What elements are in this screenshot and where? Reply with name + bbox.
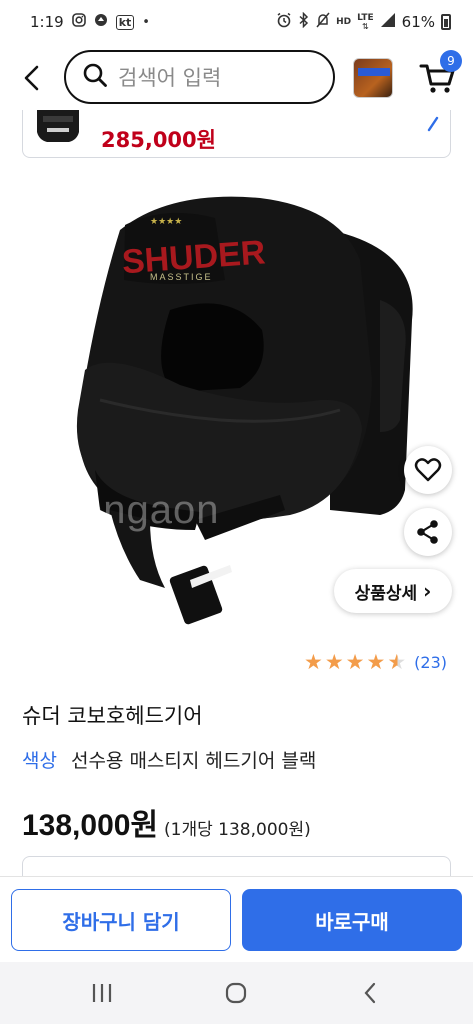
recent-product-thumbnail[interactable] — [353, 58, 393, 98]
status-time: 1:19 — [30, 13, 64, 31]
battery-icon — [441, 14, 451, 30]
home-button[interactable] — [216, 978, 256, 1008]
svg-text:★★★★: ★★★★ — [150, 217, 182, 227]
alarm-icon — [276, 12, 292, 32]
recommended-product-image — [29, 110, 89, 148]
product-option: 색상 선수용 매스티지 헤드기어 블랙 — [22, 746, 316, 773]
instagram-icon — [71, 13, 86, 31]
hd-voice-label: HD — [336, 16, 352, 27]
home-icon — [225, 982, 247, 1004]
option-value: 선수용 매스티지 헤드기어 블랙 — [70, 750, 317, 772]
top-bar: 검색어 입력 9 — [0, 44, 473, 110]
product-rating[interactable]: ★ ★ ★ ★ ★ (23) — [304, 652, 447, 673]
chevron-left-icon — [364, 982, 376, 1004]
recommended-product-price: 285,000원 — [101, 128, 216, 152]
search-placeholder: 검색어 입력 — [118, 66, 222, 90]
star-icon: ★ — [324, 650, 344, 674]
heart-icon — [414, 458, 442, 482]
system-back-button[interactable] — [350, 978, 390, 1008]
half-star-icon: ★ — [387, 650, 407, 674]
star-icon: ★ — [304, 650, 323, 674]
unit-price: (1개당 138,000원) — [164, 820, 311, 840]
chevron-right-icon: › — [423, 579, 432, 603]
svg-text:MASSTIGE: MASSTIGE — [150, 272, 213, 282]
system-nav-bar — [0, 962, 473, 1024]
share-icon — [417, 520, 438, 544]
recent-apps-button[interactable] — [82, 978, 122, 1008]
bluetooth-icon — [298, 11, 310, 32]
search-icon — [82, 62, 108, 92]
recommended-link-icon — [426, 116, 440, 137]
back-arrow-icon — [24, 65, 39, 91]
cart-count-badge: 9 — [440, 50, 462, 72]
image-watermark: ongaon — [80, 488, 220, 532]
review-count[interactable]: (23) — [414, 653, 447, 672]
price-row: 138,000원 (1개당 138,000원) — [22, 800, 311, 844]
status-bar: 1:19 kt • HD LTE ⇅ 61% — [0, 0, 473, 44]
kt-carrier-icon: kt — [115, 14, 135, 30]
status-dot: • — [142, 14, 150, 30]
wishlist-button[interactable] — [404, 446, 452, 494]
recent-apps-icon — [92, 984, 112, 1002]
back-button[interactable] — [16, 62, 48, 94]
product-title: 슈더 코보호헤드기어 — [22, 704, 203, 728]
signal-icon — [380, 12, 396, 32]
data-arrows-icon: ⇅ — [362, 21, 369, 31]
product-detail-button[interactable]: 상품상세 › — [334, 569, 452, 613]
notification-app-icon — [94, 13, 108, 31]
star-icon: ★ — [366, 650, 386, 674]
search-input[interactable]: 검색어 입력 — [64, 50, 335, 104]
mute-icon — [316, 12, 330, 32]
add-to-cart-button[interactable]: 장바구니 담기 — [11, 889, 231, 951]
product-price: 138,000원 — [22, 809, 159, 842]
purchase-action-bar: 장바구니 담기 바로구매 — [0, 876, 473, 962]
product-detail-label: 상품상세 — [354, 583, 418, 604]
battery-percent: 61% — [401, 13, 435, 31]
option-key: 색상 — [22, 750, 57, 772]
recommended-product-card[interactable]: 285,000원 — [22, 110, 451, 158]
buy-now-button[interactable]: 바로구매 — [242, 889, 462, 951]
share-button[interactable] — [404, 508, 452, 556]
star-icon: ★ — [345, 650, 365, 674]
